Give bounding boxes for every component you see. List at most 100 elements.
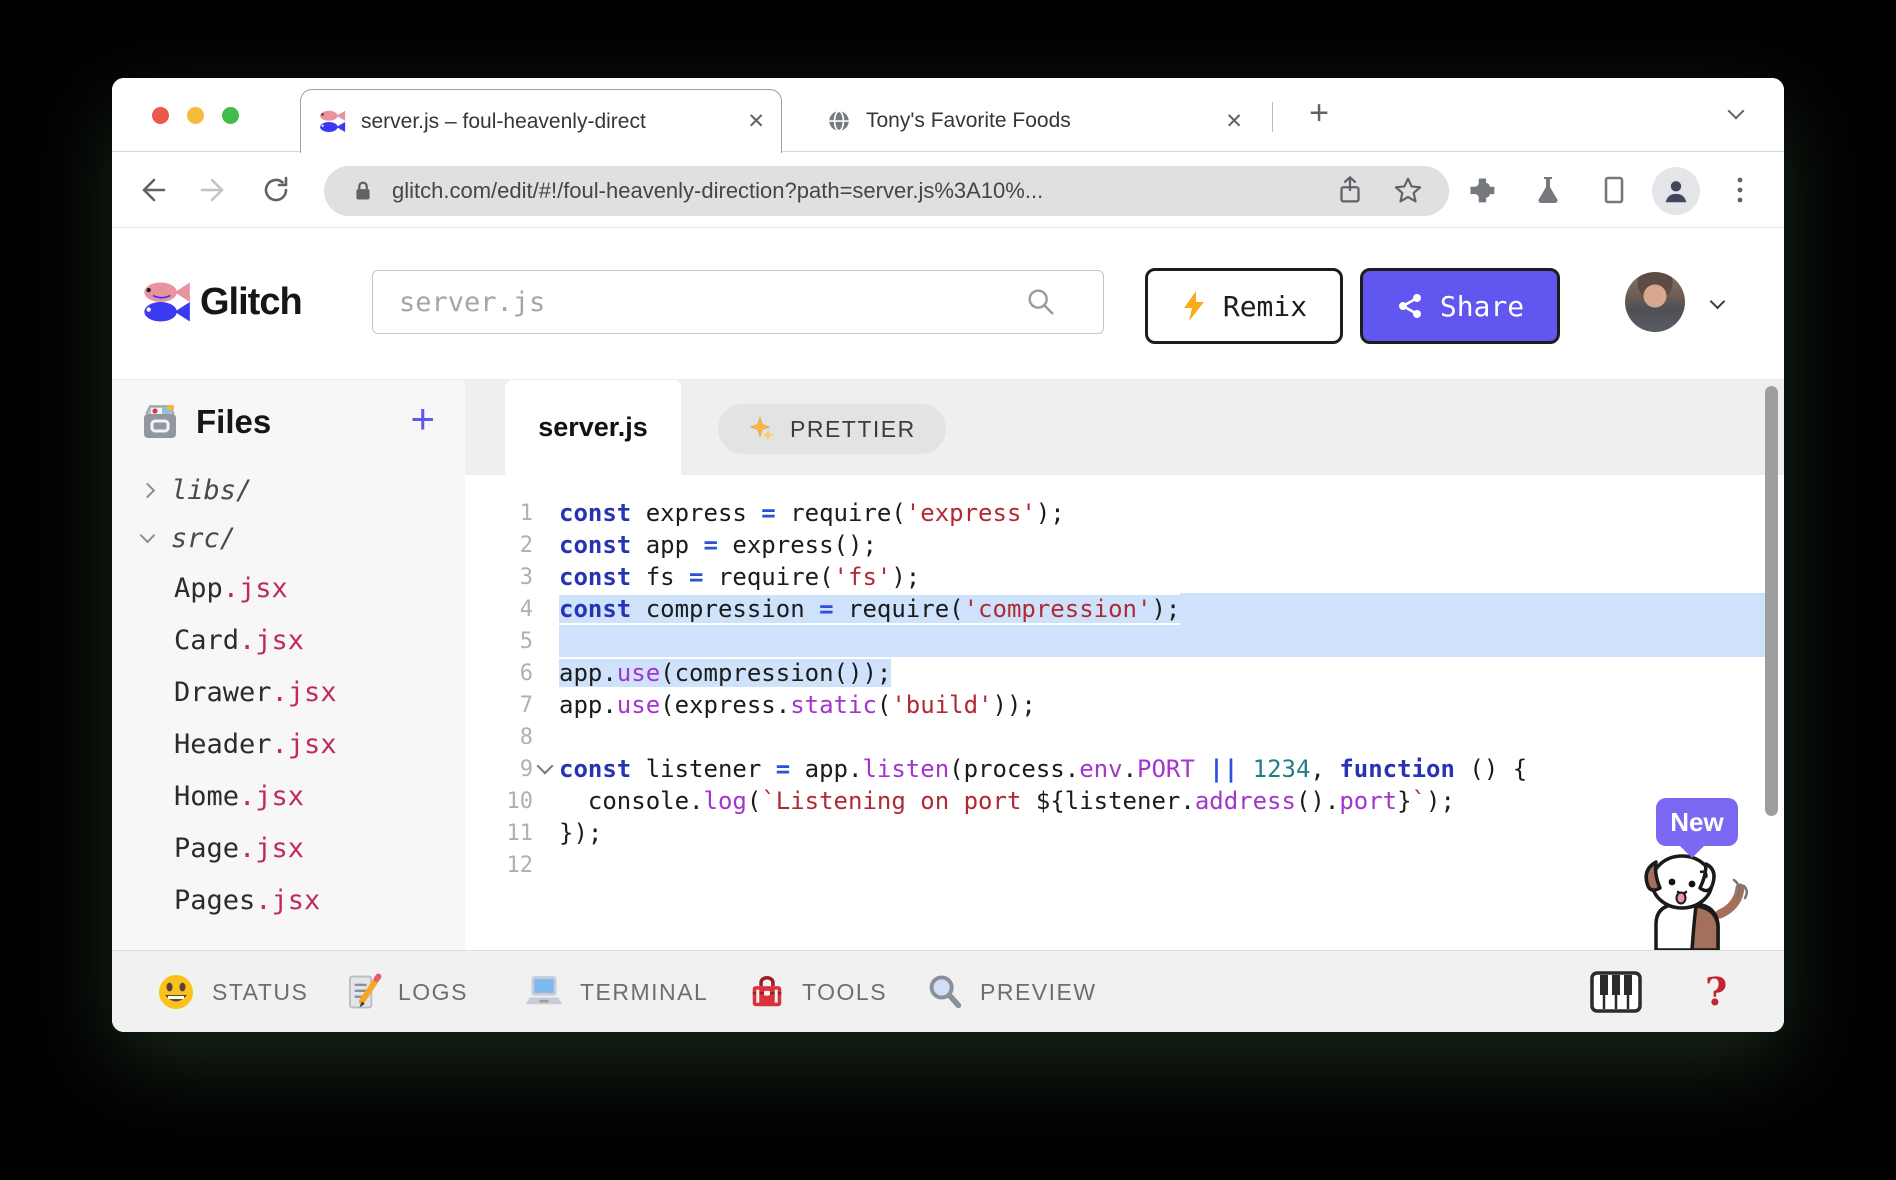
laptop-icon [526, 976, 562, 1005]
line-number: 9 [519, 756, 533, 782]
user-avatar[interactable] [1625, 272, 1685, 332]
close-tab-icon[interactable]: ✕ [1225, 109, 1243, 134]
add-file-button[interactable]: + [410, 398, 435, 440]
terminal-button[interactable]: TERMINAL [524, 951, 708, 1033]
code-line-12[interactable]: 12 [465, 849, 1784, 881]
zoom-window-button[interactable] [222, 107, 239, 124]
remix-label: Remix [1222, 289, 1308, 323]
code-line-1[interactable]: 1 const express = require('express'); [465, 497, 1784, 529]
code-editor: server.js PRETTIER 1 const express = requ… [465, 380, 1784, 950]
fold-chevron-icon[interactable] [536, 757, 554, 775]
share-button[interactable]: Share [1360, 268, 1560, 344]
file-base: Home [174, 780, 240, 812]
extensions-puzzle-icon[interactable] [1464, 172, 1500, 208]
glitch-dog-illustration[interactable] [1634, 850, 1764, 950]
editor-scrollbar[interactable] [1765, 386, 1778, 816]
new-feature-badge[interactable]: New [1656, 798, 1738, 858]
share-page-icon[interactable] [1333, 174, 1367, 208]
sparkles-icon [750, 417, 774, 441]
address-bar[interactable]: glitch.com/edit/#!/foul-heavenly-directi… [324, 166, 1449, 216]
code-area[interactable]: 1 const express = require('express'); 2 con… [465, 475, 1784, 950]
folder-libs[interactable]: libs/ [112, 466, 465, 514]
back-button[interactable] [134, 172, 170, 208]
file-item-pages[interactable]: Pages .jsx [112, 874, 465, 926]
folder-name: src/ [171, 522, 237, 554]
code-text: app.use(express.static('build')); [559, 691, 1036, 719]
flask-icon[interactable] [1530, 172, 1566, 208]
file-item-home[interactable]: Home .jsx [112, 770, 465, 822]
code-line-2[interactable]: 2 const app = express(); [465, 529, 1784, 561]
status-button[interactable]: STATUS [156, 951, 308, 1033]
lightning-bolt-icon [1183, 291, 1204, 321]
glitch-fish-logo-icon [144, 282, 190, 322]
new-tab-button[interactable]: + [1297, 92, 1341, 136]
keyboard-piano-button[interactable] [1590, 971, 1642, 1013]
file-item-app[interactable]: App .jsx [112, 562, 465, 614]
preview-button[interactable]: PREVIEW [926, 951, 1097, 1033]
close-window-button[interactable] [152, 107, 169, 124]
code-line-6[interactable]: 6 app.use(compression()); [465, 657, 1784, 689]
files-header: Files [138, 402, 271, 442]
folder-src[interactable]: src/ [112, 514, 465, 562]
remix-button[interactable]: Remix [1145, 268, 1343, 344]
lock-icon [356, 181, 370, 200]
tab-tonys-favorite-foods[interactable]: Tony's Favorite Foods ✕ [812, 89, 1257, 153]
account-chevron-down-icon[interactable] [1709, 293, 1726, 312]
glitch-logo-text: Glitch [200, 280, 303, 323]
file-item-header[interactable]: Header .jsx [112, 718, 465, 770]
code-text: const fs = require('fs'); [559, 563, 921, 591]
memo-icon [349, 973, 382, 1009]
bookmark-star-icon[interactable] [1391, 174, 1425, 208]
side-panel-icon[interactable] [1596, 172, 1632, 208]
code-text: const app = express(); [559, 531, 877, 559]
file-base: Drawer [174, 676, 272, 708]
minimize-window-button[interactable] [187, 107, 204, 124]
browser-menu-kebab-icon[interactable] [1722, 172, 1758, 208]
code-line-8[interactable]: 8 [465, 721, 1784, 753]
code-line-4[interactable]: 4 const compression = require('compressio… [465, 593, 1784, 625]
code-line-3[interactable]: 3 const fs = require('fs'); [465, 561, 1784, 593]
smiley-icon [159, 975, 193, 1009]
prettier-button[interactable]: PRETTIER [718, 404, 946, 454]
file-base: App [174, 572, 223, 604]
code-line-7[interactable]: 7 app.use(express.static('build')); [465, 689, 1784, 721]
code-line-11[interactable]: 11}); [465, 817, 1784, 849]
tab-glitch-editor[interactable]: server.js – foul-heavenly-direct ✕ [300, 89, 782, 153]
tools-button[interactable]: TOOLS [748, 951, 887, 1033]
forward-button[interactable] [196, 172, 232, 208]
status-label: STATUS [212, 978, 309, 1005]
file-item-page[interactable]: Page .jsx [112, 822, 465, 874]
url-text[interactable]: glitch.com/edit/#!/foul-heavenly-directi… [392, 178, 1333, 204]
toolbox-icon [752, 975, 782, 1007]
status-bar: STATUS LOGS TERMINAL TOOLS PREVIEW ? [112, 950, 1784, 1032]
tab-title: server.js – foul-heavenly-direct [361, 109, 738, 134]
tab-separator [1272, 102, 1273, 132]
person-icon [1665, 181, 1687, 203]
help-button[interactable]: ? [1705, 969, 1727, 1014]
browser-profile-avatar[interactable] [1652, 167, 1700, 215]
code-text: const compression = require('compression… [559, 595, 1181, 623]
code-line-9[interactable]: 9 const listener = app.listen(process.env… [465, 753, 1784, 785]
line-number: 12 [506, 852, 534, 878]
tab-title-fade [697, 109, 738, 134]
line-number: 7 [519, 692, 533, 718]
tab-search-chevron-icon[interactable] [1727, 102, 1746, 120]
code-line-5[interactable]: 5 [465, 625, 1784, 657]
search-icon [1028, 289, 1054, 315]
editor-tab-serverjs[interactable]: server.js [505, 380, 681, 475]
code-line-10[interactable]: 10 console.log(`Listening on port ${list… [465, 785, 1784, 817]
file-item-drawer[interactable]: Drawer .jsx [112, 666, 465, 718]
close-tab-icon[interactable]: ✕ [747, 109, 765, 134]
logs-button[interactable]: LOGS [344, 951, 468, 1033]
glitch-logo[interactable]: Glitch [140, 278, 303, 326]
project-search-input[interactable]: server.js [372, 270, 1104, 334]
file-item-card[interactable]: Card .jsx [112, 614, 465, 666]
search-value: server.js [399, 286, 546, 318]
browser-toolbar: glitch.com/edit/#!/foul-heavenly-directi… [112, 152, 1784, 228]
logs-label: LOGS [398, 978, 468, 1005]
file-ext: .jsx [271, 676, 337, 708]
reload-button[interactable] [258, 172, 294, 208]
code-text: console.log(`Listening on port ${listene… [559, 787, 1455, 815]
code-text: }); [559, 819, 603, 847]
code-text: const express = require('express'); [559, 499, 1065, 527]
